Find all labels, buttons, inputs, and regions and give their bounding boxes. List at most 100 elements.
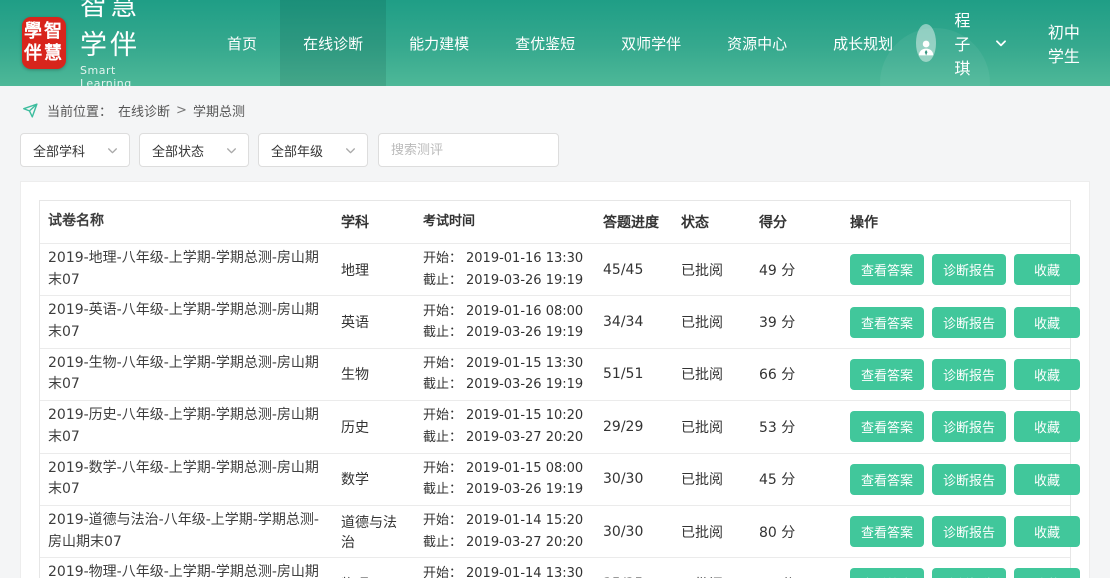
status-badge: 已批阅 bbox=[673, 308, 751, 336]
end-label: 截止： bbox=[423, 482, 462, 497]
exam-time: 开始：2019-01-15 08:00 截止：2019-03-26 19:19 bbox=[415, 454, 595, 505]
row-actions: 查看答案 诊断报告 收藏 bbox=[842, 460, 1094, 499]
favorite-button[interactable]: 收藏 bbox=[1014, 516, 1080, 547]
user-menu-toggle[interactable] bbox=[994, 36, 1008, 50]
table-row: 2019-历史-八年级-上学期-学期总测-房山期末07 历史 开始：2019-0… bbox=[40, 400, 1070, 452]
nav-item-strengths-weaknesses[interactable]: 查优鉴短 bbox=[492, 0, 598, 86]
exam-subject: 物理 bbox=[333, 570, 415, 578]
status-filter-select[interactable]: 全部状态 bbox=[139, 133, 249, 167]
status-filter-value: 全部状态 bbox=[152, 141, 204, 160]
start-time: 2019-01-14 15:20 bbox=[466, 513, 583, 528]
nav-item-home[interactable]: 首页 bbox=[204, 0, 280, 86]
exam-name: 2019-历史-八年级-上学期-学期总测-房山期末07 bbox=[40, 401, 333, 452]
view-answers-button[interactable]: 查看答案 bbox=[850, 411, 924, 442]
start-time: 2019-01-16 13:30 bbox=[466, 251, 583, 266]
exam-progress: 30/30 bbox=[595, 467, 673, 491]
favorite-button[interactable]: 收藏 bbox=[1014, 307, 1080, 338]
table-row: 2019-英语-八年级-上学期-学期总测-房山期末07 英语 开始：2019-0… bbox=[40, 295, 1070, 347]
end-label: 截止： bbox=[423, 535, 462, 550]
search-input[interactable] bbox=[391, 143, 561, 158]
nav-item-growth-plan[interactable]: 成长规划 bbox=[810, 0, 916, 86]
view-answers-button[interactable]: 查看答案 bbox=[850, 516, 924, 547]
row-actions: 查看答案 诊断报告 收藏 bbox=[842, 512, 1094, 551]
breadcrumb-item-online-diagnosis[interactable]: 在线诊断 bbox=[118, 101, 170, 120]
diagnosis-report-button[interactable]: 诊断报告 bbox=[932, 516, 1006, 547]
paper-plane-icon bbox=[22, 102, 39, 119]
user-icon bbox=[916, 32, 936, 62]
end-time: 2019-03-26 19:19 bbox=[466, 482, 583, 497]
table-row: 2019-数学-八年级-上学期-学期总测-房山期末07 数学 开始：2019-0… bbox=[40, 453, 1070, 505]
row-actions: 查看答案 诊断报告 收藏 bbox=[842, 355, 1094, 394]
exam-progress: 45/45 bbox=[595, 258, 673, 282]
status-badge: 已批阅 bbox=[673, 256, 751, 284]
table-row: 2019-道德与法治-八年级-上学期-学期总测-房山期末07 道德与法治 开始：… bbox=[40, 505, 1070, 557]
filter-bar: 全部学科 全部状态 全部年级 bbox=[20, 133, 1110, 167]
table-row: 2019-物理-八年级-上学期-学期总测-房山期末07 物理 开始：2019-0… bbox=[40, 557, 1070, 578]
avatar[interactable] bbox=[916, 24, 936, 62]
nav-item-dual-teacher[interactable]: 双师学伴 bbox=[598, 0, 704, 86]
exam-progress: 29/29 bbox=[595, 415, 673, 439]
favorite-button[interactable]: 收藏 bbox=[1014, 568, 1080, 578]
diagnosis-report-button[interactable]: 诊断报告 bbox=[932, 359, 1006, 390]
view-answers-button[interactable]: 查看答案 bbox=[850, 359, 924, 390]
end-label: 截止： bbox=[423, 430, 462, 445]
header-exam-time: 考试时间 bbox=[415, 207, 595, 236]
start-time: 2019-01-15 08:00 bbox=[466, 461, 583, 476]
brand-logo-icon: 學智伴慧 bbox=[22, 17, 66, 69]
nav-item-ability-modeling[interactable]: 能力建模 bbox=[386, 0, 492, 86]
exam-table: 试卷名称 学科 考试时间 答题进度 状态 得分 操作 2019-地理-八年级-上… bbox=[39, 200, 1071, 578]
start-label: 开始： bbox=[423, 304, 462, 319]
status-badge: 已批阅 bbox=[673, 360, 751, 388]
nav-item-resource-center[interactable]: 资源中心 bbox=[704, 0, 810, 86]
view-answers-button[interactable]: 查看答案 bbox=[850, 464, 924, 495]
diagnosis-report-button[interactable]: 诊断报告 bbox=[932, 307, 1006, 338]
start-time: 2019-01-15 10:20 bbox=[466, 408, 583, 423]
logo-seal-text: 學智伴慧 bbox=[22, 21, 66, 65]
header-subject: 学科 bbox=[333, 208, 415, 236]
exam-score: 58 分 bbox=[751, 570, 842, 578]
exam-score: 66 分 bbox=[751, 360, 842, 388]
exam-subject: 道德与法治 bbox=[333, 508, 415, 556]
chevron-down-icon bbox=[225, 144, 238, 157]
exam-name: 2019-地理-八年级-上学期-学期总测-房山期末07 bbox=[40, 244, 333, 295]
exam-progress: 30/30 bbox=[595, 520, 673, 544]
breadcrumb: 当前位置： 在线诊断 > 学期总测 bbox=[0, 86, 1110, 120]
exam-progress: 34/34 bbox=[595, 310, 673, 334]
exam-time: 开始：2019-01-16 08:00 截止：2019-03-26 19:19 bbox=[415, 297, 595, 348]
start-time: 2019-01-16 08:00 bbox=[466, 304, 583, 319]
favorite-button[interactable]: 收藏 bbox=[1014, 464, 1080, 495]
diagnosis-report-button[interactable]: 诊断报告 bbox=[932, 464, 1006, 495]
row-actions: 查看答案 诊断报告 收藏 bbox=[842, 564, 1094, 578]
view-answers-button[interactable]: 查看答案 bbox=[850, 568, 924, 578]
header-progress: 答题进度 bbox=[595, 208, 673, 236]
exam-name: 2019-生物-八年级-上学期-学期总测-房山期末07 bbox=[40, 349, 333, 400]
favorite-button[interactable]: 收藏 bbox=[1014, 359, 1080, 390]
breadcrumb-separator: > bbox=[176, 103, 187, 118]
row-actions: 查看答案 诊断报告 收藏 bbox=[842, 303, 1094, 342]
diagnosis-report-button[interactable]: 诊断报告 bbox=[932, 568, 1006, 578]
grade-filter-select[interactable]: 全部年级 bbox=[258, 133, 368, 167]
end-label: 截止： bbox=[423, 273, 462, 288]
diagnosis-report-button[interactable]: 诊断报告 bbox=[932, 254, 1006, 285]
end-time: 2019-03-26 19:19 bbox=[466, 377, 583, 392]
view-answers-button[interactable]: 查看答案 bbox=[850, 307, 924, 338]
exam-name: 2019-物理-八年级-上学期-学期总测-房山期末07 bbox=[40, 558, 333, 578]
end-time: 2019-03-26 19:19 bbox=[466, 325, 583, 340]
view-answers-button[interactable]: 查看答案 bbox=[850, 254, 924, 285]
start-label: 开始： bbox=[423, 513, 462, 528]
header-score: 得分 bbox=[751, 208, 842, 236]
user-name[interactable]: 程子琪 bbox=[954, 7, 980, 79]
favorite-button[interactable]: 收藏 bbox=[1014, 411, 1080, 442]
start-time: 2019-01-14 13:30 bbox=[466, 566, 583, 578]
subject-filter-value: 全部学科 bbox=[33, 141, 85, 160]
user-role: 初中学生 bbox=[1048, 19, 1082, 67]
diagnosis-report-button[interactable]: 诊断报告 bbox=[932, 411, 1006, 442]
favorite-button[interactable]: 收藏 bbox=[1014, 254, 1080, 285]
nav-item-online-diagnosis[interactable]: 在线诊断 bbox=[280, 0, 386, 86]
status-badge: 已批阅 bbox=[673, 465, 751, 493]
exam-score: 53 分 bbox=[751, 413, 842, 441]
end-time: 2019-03-27 20:20 bbox=[466, 430, 583, 445]
exam-subject: 生物 bbox=[333, 360, 415, 388]
chevron-down-icon bbox=[344, 144, 357, 157]
subject-filter-select[interactable]: 全部学科 bbox=[20, 133, 130, 167]
